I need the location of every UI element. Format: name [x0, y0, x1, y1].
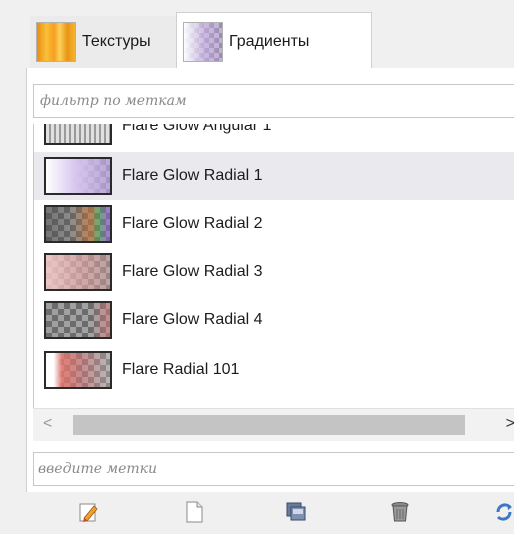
duplicate-gradient-icon[interactable]: [284, 500, 308, 524]
gradient-preview: [44, 205, 112, 243]
gradient-name: Flare Glow Angular 1: [122, 124, 272, 134]
gradient-list-item[interactable]: Flare Glow Radial 2: [34, 200, 514, 248]
gradient-preview: [44, 124, 112, 145]
delete-gradient-icon[interactable]: [388, 500, 412, 524]
horizontal-scrollbar[interactable]: < >: [33, 408, 514, 441]
gradient-name: Flare Radial 101: [122, 361, 240, 378]
gradient-preview: [44, 157, 112, 195]
gradients-panel: фильтр по меткам Flare Glow Angular 1 Fl…: [26, 68, 514, 520]
scroll-left-arrow[interactable]: <: [43, 415, 52, 433]
gradient-preview: [44, 301, 112, 339]
scrollbar-thumb[interactable]: [73, 415, 465, 435]
tag-filter-placeholder: фильтр по меткам: [40, 93, 187, 109]
refresh-gradients-icon[interactable]: [492, 500, 514, 524]
tab-gradients-label: Градиенты: [229, 32, 310, 50]
gradient-name: Flare Glow Radial 4: [122, 311, 263, 328]
gradient-name: Flare Glow Radial 1: [122, 167, 263, 184]
texture-swatch-icon: [36, 22, 76, 62]
dock-tab-bar: Текстуры Градиенты: [26, 12, 514, 70]
gradient-list-item[interactable]: Flare Radial 101: [34, 346, 514, 394]
gradient-name: Flare Glow Radial 3: [122, 263, 263, 280]
new-gradient-icon[interactable]: [182, 500, 206, 524]
scroll-right-arrow[interactable]: >: [506, 415, 514, 433]
gradient-list-item[interactable]: Flare Glow Angular 1: [34, 124, 514, 150]
tab-textures-label: Текстуры: [82, 33, 151, 50]
gradient-list-item[interactable]: Flare Glow Radial 4: [34, 296, 514, 344]
tag-filter-input[interactable]: фильтр по меткам: [33, 84, 514, 118]
tab-gradients[interactable]: Градиенты: [176, 12, 372, 70]
gradient-list-item[interactable]: Flare Glow Radial 1: [34, 152, 514, 200]
gradient-list-item[interactable]: Flare Glow Radial 3: [34, 248, 514, 296]
gradient-name: Flare Glow Radial 2: [122, 215, 263, 232]
tag-entry-input[interactable]: введите метки: [33, 452, 514, 486]
edit-gradient-icon[interactable]: [76, 500, 100, 524]
gradient-toolbar: [26, 492, 514, 534]
gradient-list[interactable]: Flare Glow Angular 1 Flare Glow Radial 1…: [33, 124, 514, 408]
gradient-preview: [44, 351, 112, 389]
gradient-swatch-icon: [183, 21, 223, 62]
tab-textures[interactable]: Текстуры: [30, 16, 176, 68]
tag-entry-placeholder: введите метки: [38, 461, 158, 477]
gradient-preview: [44, 253, 112, 291]
